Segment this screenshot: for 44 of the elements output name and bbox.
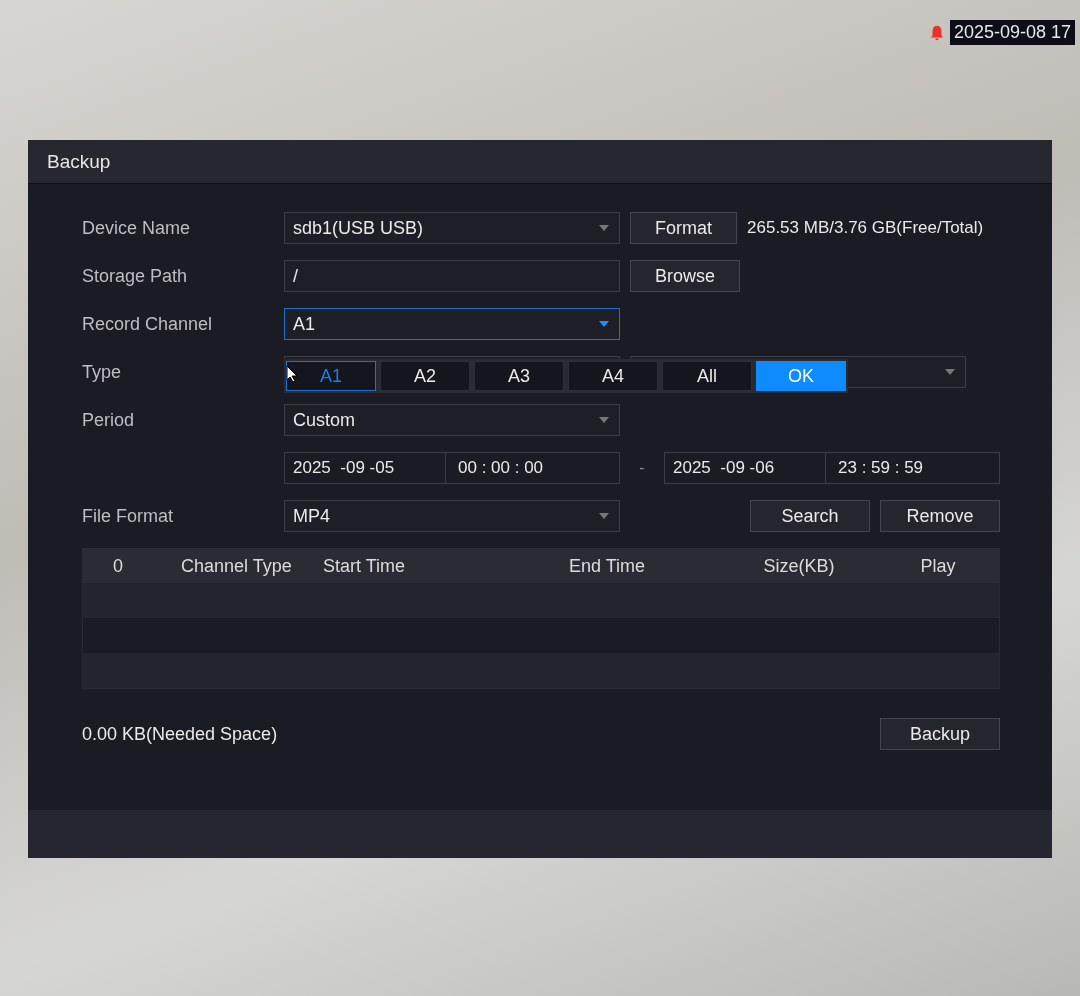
channel-option[interactable]: A1 [286,361,376,391]
start-time[interactable]: 00 : 00 : 00 [446,453,544,483]
action-button[interactable]: Search [750,500,870,532]
caret-icon [599,225,609,231]
action-button[interactable]: Browse [630,260,741,292]
column-header: End Time [567,555,646,577]
end-date[interactable]: 2025 -09 -06 [665,453,826,483]
mouse-pointer-icon [286,365,298,383]
needed-space-text: 0.00 KB(Needed Space) [82,723,278,745]
column-header: Start Time [323,555,407,577]
column-header: Play [919,555,957,577]
field-label: Type [82,361,123,383]
start-datetime-field[interactable]: 2025 -09 -05 00 : 00 : 00 [284,452,620,484]
backup-button[interactable]: Backup [880,718,1000,750]
column-header: Channel Type [180,555,293,577]
window-title: Backup [47,150,111,173]
dropdown-field[interactable]: MP4 [284,500,620,532]
column-header: Size(KB) [762,555,836,577]
channel-option[interactable]: A2 [380,361,470,391]
dropdown-field[interactable]: sdb1(USB USB) [284,212,620,244]
storage-info: 265.53 MB/3.76 GB(Free/Total) [747,218,984,238]
dropdown-field[interactable]: Custom [284,404,620,436]
action-button[interactable]: Remove [880,500,1000,532]
channel-option[interactable]: A3 [474,361,564,391]
field-label: Device Name [82,217,192,239]
dropdown-field[interactable]: A1 [284,308,620,340]
channel-option[interactable]: A4 [568,361,658,391]
field-label: File Format [82,505,174,527]
range-separator: - [638,459,646,477]
caret-icon [599,513,609,519]
field-label: Storage Path [82,265,189,287]
caret-icon [945,369,955,375]
caret-icon [599,417,609,423]
action-button[interactable]: Format [630,212,737,244]
column-header: 0 [112,555,124,577]
end-time[interactable]: 23 : 59 : 59 [826,453,924,483]
field-label: Record Channel [82,313,214,335]
timestamp: 2025-09-08 17 [950,20,1076,45]
end-datetime-field[interactable]: 2025 -09 -06 23 : 59 : 59 [664,452,1000,484]
field-label: Period [82,409,136,431]
channel-option[interactable]: All [662,361,752,391]
start-date[interactable]: 2025 -09 -05 [285,453,446,483]
caret-icon [599,321,609,327]
text-field[interactable]: / [284,260,620,292]
